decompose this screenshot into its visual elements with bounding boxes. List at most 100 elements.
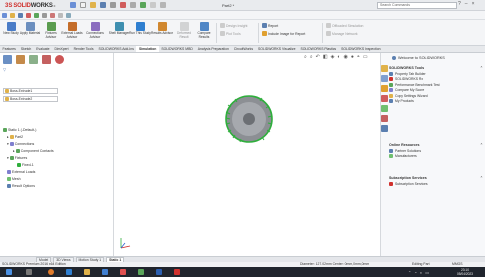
calendar-icon[interactable] [120, 269, 126, 275]
search-icon[interactable] [26, 269, 32, 275]
plot-tools-button[interactable]: Plot Tools [220, 31, 241, 36]
manufacturers-link[interactable]: Manufacturers [389, 154, 483, 159]
feature-tree-tab-icon[interactable] [3, 55, 12, 64]
tab-dimxpert[interactable]: DimXpert [52, 46, 71, 52]
measure-icon[interactable] [58, 12, 63, 18]
hide-show-icon[interactable]: ◉ [343, 54, 347, 60]
collapse-icon[interactable]: ⌃ [480, 143, 483, 147]
save-icon[interactable] [100, 2, 106, 8]
view-orientation-icon[interactable]: ◈ [331, 54, 335, 60]
save-small-icon[interactable] [18, 12, 23, 18]
options-icon[interactable] [160, 2, 166, 8]
view-palette-tab-icon[interactable] [381, 95, 388, 102]
my-products-link[interactable]: My Products [389, 98, 483, 103]
print-icon[interactable] [110, 2, 116, 8]
tree-connections[interactable]: ▾ Connections [7, 142, 34, 146]
open-folder-icon[interactable] [90, 2, 96, 8]
previous-view-icon[interactable]: ↶ [316, 54, 320, 60]
tab-evaluate[interactable]: Evaluate [34, 46, 52, 52]
tab-mbd[interactable]: SOLIDWORKS MBD [159, 46, 195, 52]
home-icon[interactable] [70, 2, 76, 8]
offloaded-simulation-button[interactable]: Offloaded Simulation [326, 23, 363, 28]
network-icon[interactable]: ◔ [414, 270, 416, 275]
tab-inspection[interactable]: SOLIDWORKS Inspection [339, 46, 383, 52]
display-style-icon[interactable]: ◐ [337, 54, 340, 60]
tree-component-contacts[interactable]: ▸ Component Contacts [13, 149, 54, 153]
tree-external-loads[interactable]: External Loads [7, 170, 35, 174]
benchmark-link[interactable]: Performance Benchmark Test [389, 82, 483, 87]
tray-expand-icon[interactable]: ⌃ [408, 270, 411, 275]
design-library-tab-icon[interactable] [381, 75, 388, 82]
fixtures-advisor-button[interactable]: Fixtures Advisor [40, 22, 62, 39]
tree-fixed-1[interactable]: Fixed-1 [17, 163, 34, 167]
appearances-tab-icon[interactable] [381, 105, 388, 112]
custom-properties-tab-icon[interactable] [381, 115, 388, 122]
tab-simulation[interactable]: Simulation [136, 46, 159, 52]
compare-score-link[interactable]: Compare My Score [389, 88, 483, 93]
subscription-services-link[interactable]: Subscription Services [389, 182, 483, 186]
copy-settings-link[interactable]: Copy Settings Wizard [389, 93, 483, 98]
config-manager-tab-icon[interactable] [29, 55, 38, 64]
shell-manager-button[interactable]: Shell Manager [108, 22, 130, 36]
tree-mesh[interactable]: Mesh [7, 177, 21, 181]
collapse-icon[interactable]: ⌃ [480, 66, 483, 70]
property-manager-tab-icon[interactable] [16, 55, 25, 64]
select-icon[interactable] [130, 2, 136, 8]
rebuild-icon[interactable] [140, 2, 146, 8]
display-manager-tab-icon[interactable] [55, 55, 64, 64]
solidworks-rx-link[interactable]: SOLIDWORKS Rx [389, 77, 483, 82]
store-icon[interactable] [138, 269, 144, 275]
resources-tab-icon[interactable] [381, 65, 388, 72]
search-commands-input[interactable]: Search Commands [377, 2, 457, 9]
design-insight-button[interactable]: Design Insight [220, 23, 248, 28]
solidworks-logo[interactable]: 3S SOLIDWORKS ▸ [5, 1, 56, 10]
deformed-result-button[interactable]: Deformed Result [173, 22, 195, 39]
close-button[interactable]: × [472, 1, 475, 7]
part-model[interactable] [224, 94, 274, 144]
boss-extrude1-combo[interactable]: Boss-Extrude1 [3, 88, 58, 94]
welcome-link[interactable]: Welcome to SOLIDWORKS [392, 56, 445, 60]
volume-icon[interactable]: ◖ [420, 270, 422, 275]
tree-fixtures[interactable]: ▾ Fixtures [7, 156, 27, 160]
edge-icon[interactable] [66, 269, 72, 275]
sketch-icon[interactable] [34, 12, 39, 18]
system-clock[interactable]: 23:10 05/04/2023 [457, 268, 473, 276]
tab-addins[interactable]: SOLIDWORKS Add-Ins [96, 46, 136, 52]
graphics-area[interactable]: ⌕ ⌕ ↶ ◧ ◈ ◐ ◉ ● ◓ ▭ [114, 53, 380, 256]
undo-icon[interactable] [120, 2, 126, 8]
tab-sketch[interactable]: Sketch [18, 46, 33, 52]
boss-extrude2-combo[interactable]: Boss-Extrude2 [3, 96, 58, 102]
tab-features[interactable]: Features [0, 46, 18, 52]
report-button[interactable]: Report [262, 23, 278, 28]
tab-circuitworks[interactable]: CircuitWorks [231, 46, 255, 52]
new-document-icon[interactable] [80, 2, 86, 8]
view-settings-icon[interactable]: ▭ [363, 54, 368, 60]
include-image-button[interactable]: Include Image for Report [262, 31, 305, 36]
tool-icon[interactable] [50, 12, 55, 18]
results-advisor-button[interactable]: Results Advisor [151, 22, 173, 36]
firefox-icon[interactable] [48, 269, 54, 275]
mail-icon[interactable] [102, 269, 108, 275]
new-icon[interactable] [2, 12, 7, 18]
external-loads-advisor-button[interactable]: External Loads Advisor [61, 22, 83, 39]
close-doc-icon[interactable] [26, 12, 31, 18]
connections-advisor-button[interactable]: Connections Advisor [84, 22, 106, 39]
filter-icon[interactable]: ▽ [3, 67, 6, 72]
view-icon[interactable] [42, 12, 47, 18]
filter-icon[interactable] [66, 12, 71, 18]
apply-material-button[interactable]: Apply Material [19, 22, 41, 36]
dimxpert-tab-icon[interactable] [42, 55, 51, 64]
language-icon[interactable]: ▭ [425, 270, 429, 275]
run-study-button[interactable]: Run This Study [129, 22, 151, 36]
file-explorer-tab-icon[interactable] [381, 85, 388, 92]
solidworks-taskbar-icon[interactable] [174, 269, 180, 275]
file-properties-icon[interactable] [150, 2, 156, 8]
tab-plastics[interactable]: SOLIDWORKS Plastics [298, 46, 339, 52]
windows-start-icon[interactable] [6, 269, 12, 275]
tree-study[interactable]: Static 1 (-Default-) [3, 128, 36, 132]
scene-icon[interactable]: ◓ [357, 54, 360, 60]
forum-tab-icon[interactable] [381, 125, 388, 132]
file-explorer-icon[interactable] [84, 269, 90, 275]
appearance-icon[interactable]: ● [351, 54, 354, 60]
tab-render-tools[interactable]: Render Tools [71, 46, 96, 52]
